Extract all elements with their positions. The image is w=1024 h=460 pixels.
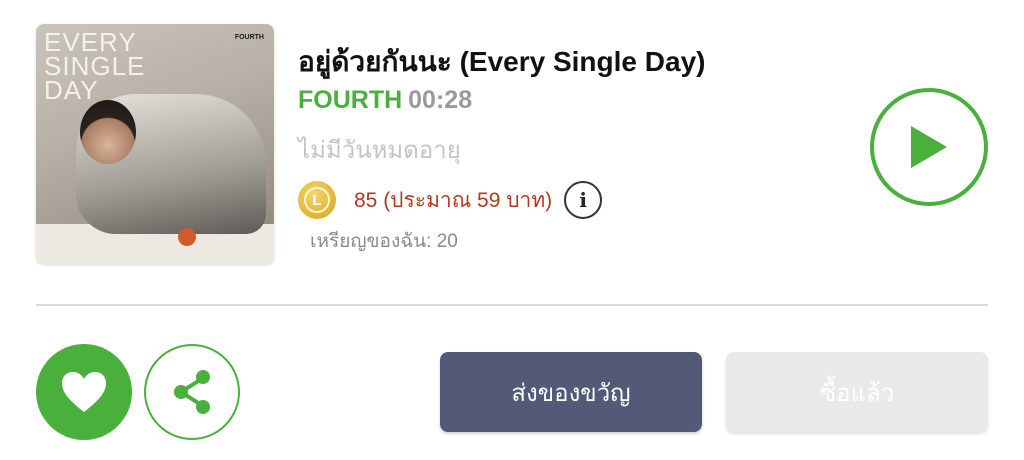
my-coins: เหรียญของฉัน: 20 <box>310 231 458 252</box>
price-text: 85 (ประมาณ 59 บาท) <box>354 188 553 212</box>
like-button[interactable] <box>36 344 132 440</box>
album-cover: EVERY SINGLE DAY FOURTH <box>36 24 274 264</box>
artist-line: FOURTH 00:28 <box>298 86 472 115</box>
play-icon <box>911 126 947 168</box>
cover-brand: FOURTH <box>234 34 264 41</box>
divider <box>36 304 988 306</box>
coin-icon: L <box>298 181 336 219</box>
share-button[interactable] <box>144 344 240 440</box>
song-duration: 00:28 <box>408 86 473 114</box>
cover-head <box>80 100 136 164</box>
price-row: L 85 (ประมาณ 59 บาท) i <box>298 178 603 222</box>
purchased-button: ซื้อแล้ว <box>726 352 988 432</box>
info-icon[interactable]: i <box>564 181 603 219</box>
share-icon <box>174 370 210 414</box>
cover-title: EVERY SINGLE DAY <box>44 27 146 105</box>
artist-name[interactable]: FOURTH <box>298 86 402 114</box>
song-title: อยู่ด้วยกันนะ (Every Single Day) <box>298 46 706 77</box>
album-name[interactable]: ไม่มีวันหมดอายุ <box>298 130 461 169</box>
heart-icon <box>62 372 106 412</box>
coin-letter: L <box>304 187 330 213</box>
send-gift-button[interactable]: ส่งของขวัญ <box>440 352 702 432</box>
cover-flower <box>178 228 196 246</box>
play-button[interactable] <box>870 88 988 206</box>
